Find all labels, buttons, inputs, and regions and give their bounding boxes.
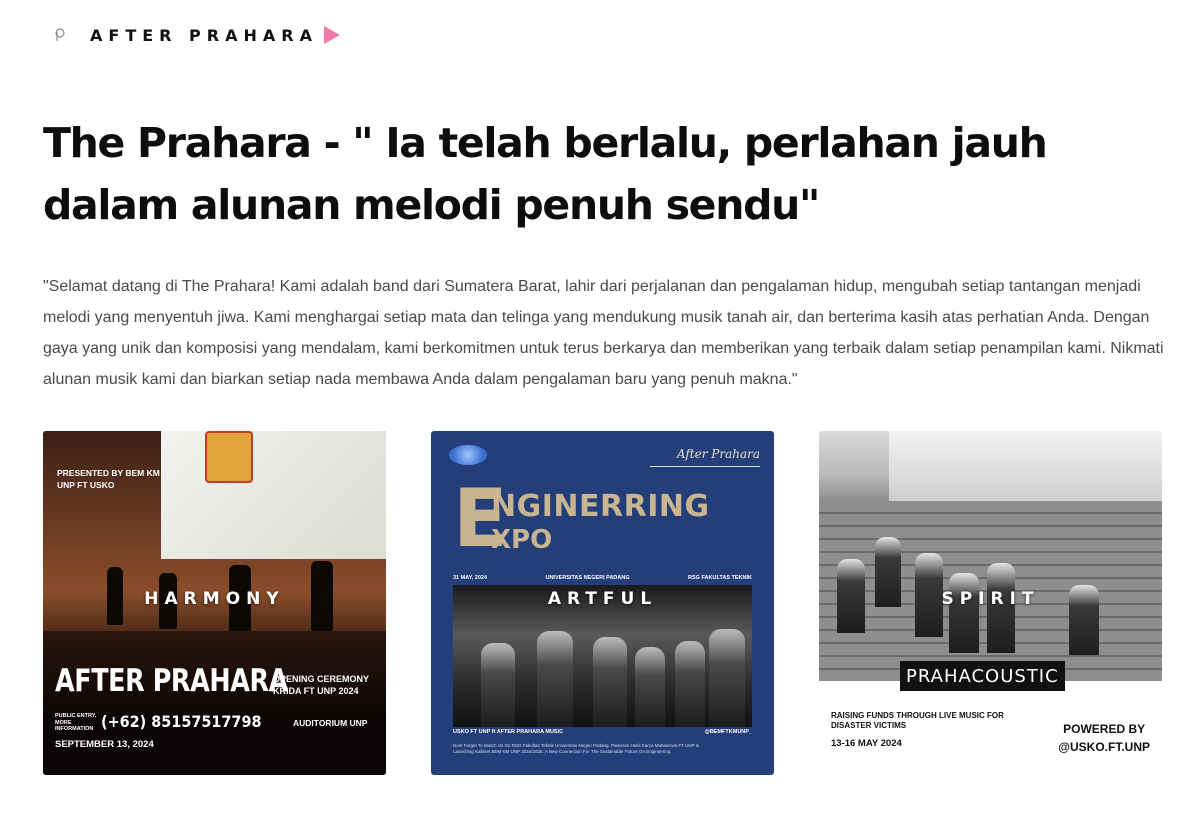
page-title: The Prahara - " Ia telah berlalu, perlah… [43,119,1048,229]
gallery-card-harmony[interactable]: PRESENTED BY BEM KM UNP FT USKO HARMONY … [43,431,386,775]
intro-paragraph: "Selamat datang di The Prahara! Kami ada… [43,278,1164,388]
venue-text: AUDITORIUM UNP [293,718,368,728]
event-date: 13-16 MAY 2024 [831,738,902,749]
presented-by-text: PRESENTED BY BEM KM UNP FT USKO [57,468,160,490]
building-facade [889,431,1162,501]
play-arrow-icon [323,26,340,44]
powered-by-label: POWERED BY [1063,722,1146,736]
public-entry-text: PUBLIC ENTRY, MORE INFORMATION [55,713,97,732]
instagram-handle: @USKO.FT.UNP [1058,740,1150,754]
expo-title-line1: NGINERRING [491,489,710,524]
band-member-figure [593,637,627,727]
gallery-card-artful[interactable]: After Prahara E NGINERRING XPO 31 MAY, 2… [431,431,774,775]
band-member-figure [635,647,665,727]
powered-by-block: POWERED BY @USKO.FT.UNP [1058,720,1150,756]
band-member-figure [481,643,515,727]
script-signature: After Prahara [676,447,760,461]
card-label-harmony: HARMONY [144,589,285,609]
expo-meta-row: 31 MAY, 2024 UNIVERSITAS NEGERI PADANG R… [453,575,752,581]
usko-badge-icon [449,445,487,465]
contact-phone: (+62) 85157517798 [101,712,262,731]
prahacoustic-tag: PRAHACOUSTIC [900,661,1065,691]
photo-credit-left: USKO FT UNP ft AFTER PRAHARA MUSIC [453,729,564,735]
card-label-spirit: SPIRIT [941,589,1040,609]
band-name: AFTER PRAHARA [55,663,288,699]
expo-location: RSG FAKULTAS TEKNIK [688,575,752,581]
band-member-figure [675,641,705,727]
musician-figure [949,573,979,653]
event-name: OPENING CEREMONY KRIDA FT UNP 2024 [273,674,369,696]
signature-underline [650,466,760,467]
expo-date: 31 MAY, 2024 [453,575,488,581]
expo-venue: UNIVERSITAS NEGERI PADANG [545,575,630,581]
stage-floor [43,631,386,775]
usko-logo [205,431,253,483]
expo-footer-text: Dont Forget To Watch Us On RSG Fakultas … [453,743,699,754]
band-member-figure [709,629,745,727]
expo-title-line2: XPO [491,525,553,555]
site-brand[interactable]: AFTER PRAHARA [90,26,318,45]
fundraising-text: RAISING FUNDS THROUGH LIVE MUSIC FOR DIS… [831,711,1004,730]
p-logo-icon[interactable] [52,27,68,43]
event-date: SEPTEMBER 13, 2024 [55,739,154,750]
site-header: AFTER PRAHARA [52,22,340,48]
card-label-artful: ARTFUL [547,589,658,609]
gallery-card-spirit[interactable]: SPIRIT PRAHACOUSTIC RAISING FUNDS THROUG… [819,431,1162,775]
stage-screen [161,431,386,559]
photo-credit-right: @BEMFTKMUNP_ [704,729,752,735]
band-member-figure [537,631,573,727]
